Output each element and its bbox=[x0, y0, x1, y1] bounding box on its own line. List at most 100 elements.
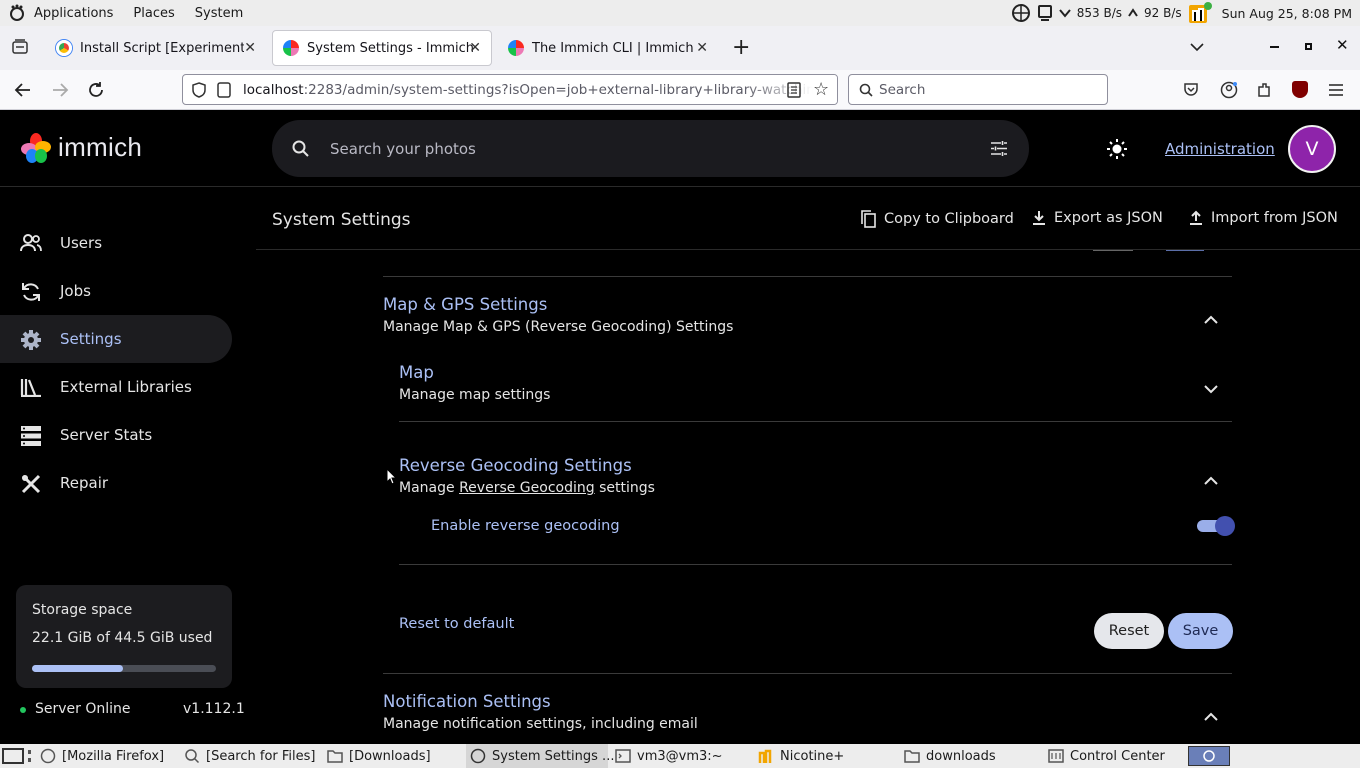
server-status: Server Online bbox=[35, 701, 131, 717]
storage-bar-fill bbox=[32, 665, 124, 672]
folder-icon bbox=[904, 749, 920, 763]
task-nicotine[interactable]: Nicotine+ bbox=[758, 744, 844, 768]
map-desc: Manage map settings bbox=[399, 387, 551, 403]
storage-usage: 22.1 GiB of 44.5 GiB used bbox=[32, 630, 213, 646]
top-panel: Applications Places System 853 B/s 92 B/… bbox=[0, 0, 1360, 26]
notification-settings-title[interactable]: Notification Settings bbox=[383, 692, 551, 711]
reload-icon[interactable] bbox=[87, 81, 105, 99]
geo-desc-pre: Manage bbox=[399, 480, 455, 496]
export-label: Export as JSON bbox=[1054, 210, 1163, 226]
sidebar-item-repair[interactable]: Repair bbox=[0, 459, 232, 507]
reader-view-icon[interactable] bbox=[787, 82, 801, 98]
sidebar-item-label: Users bbox=[60, 234, 103, 252]
map-gps-title[interactable]: Map & GPS Settings bbox=[383, 295, 547, 314]
section-divider bbox=[399, 564, 1232, 565]
task-downloads-folder[interactable]: [Downloads] bbox=[327, 744, 431, 768]
show-desktop-icon[interactable] bbox=[2, 748, 24, 764]
up-arrow-icon bbox=[1128, 8, 1138, 18]
reset-button[interactable]: Reset bbox=[1094, 613, 1164, 649]
section-divider bbox=[383, 276, 1232, 277]
nicotine-icon bbox=[758, 748, 774, 764]
chevron-up-icon[interactable] bbox=[1203, 471, 1219, 485]
menu-applications[interactable]: Applications bbox=[34, 6, 113, 21]
task-search-files[interactable]: [Search for Files] bbox=[184, 744, 315, 768]
menu-places[interactable]: Places bbox=[133, 6, 174, 21]
globe-icon[interactable] bbox=[1011, 3, 1031, 23]
url-bar[interactable]: localhost:2283/admin/system-settings?isO… bbox=[182, 74, 838, 105]
map-gps-desc: Manage Map & GPS (Reverse Geocoding) Set… bbox=[383, 319, 734, 335]
task-terminal[interactable]: vm3@vm3:~ bbox=[615, 744, 723, 768]
shield-icon[interactable] bbox=[191, 82, 207, 98]
minimize-window-icon[interactable] bbox=[1270, 46, 1279, 48]
clock[interactable]: Sun Aug 25, 8:08 PM bbox=[1222, 6, 1352, 21]
maximize-window-icon[interactable] bbox=[1305, 43, 1312, 50]
gnome-foot-icon[interactable] bbox=[8, 4, 26, 22]
tab-install-script[interactable]: Install Script [Experimental] ✕ bbox=[46, 30, 266, 66]
save-button[interactable]: Save bbox=[1168, 613, 1233, 649]
task-label: [Mozilla Firefox] bbox=[62, 748, 165, 764]
chevron-down-icon[interactable] bbox=[1203, 379, 1219, 394]
immich-logo-icon[interactable] bbox=[20, 132, 52, 164]
theme-toggle-icon[interactable] bbox=[1106, 138, 1128, 160]
tab-overview-icon[interactable] bbox=[12, 39, 28, 55]
reverse-geocoding-title[interactable]: Reverse Geocoding Settings bbox=[399, 456, 632, 475]
reset-to-default-button[interactable]: Reset to default bbox=[399, 616, 514, 632]
workspace-switcher[interactable] bbox=[1188, 746, 1230, 766]
back-icon[interactable] bbox=[14, 81, 32, 99]
upload-icon bbox=[1189, 210, 1203, 226]
list-tabs-icon[interactable] bbox=[1190, 42, 1204, 52]
administration-link[interactable]: Administration bbox=[1165, 140, 1275, 158]
sidebar-item-settings[interactable]: Settings bbox=[0, 315, 232, 363]
user-avatar[interactable]: V bbox=[1288, 125, 1336, 173]
server-version[interactable]: v1.112.1 bbox=[183, 701, 245, 717]
map-title[interactable]: Map bbox=[399, 363, 434, 382]
task-system-settings[interactable]: System Settings ... bbox=[466, 744, 614, 768]
close-window-icon[interactable]: ✕ bbox=[1336, 36, 1349, 54]
menu-hamburger-icon[interactable] bbox=[1328, 83, 1344, 97]
app-header: immich Search your photos Administration… bbox=[0, 110, 1360, 187]
sidebar-item-external-libraries[interactable]: External Libraries bbox=[0, 363, 232, 411]
export-json-button[interactable]: Export as JSON bbox=[1032, 210, 1163, 226]
tab-system-settings[interactable]: System Settings - Immich ✕ bbox=[272, 30, 492, 66]
library-icon bbox=[20, 377, 42, 398]
ublock-icon[interactable] bbox=[1292, 81, 1308, 98]
new-tab-button[interactable]: + bbox=[732, 35, 750, 60]
app-logo-text[interactable]: immich bbox=[58, 132, 142, 163]
photo-search-input[interactable]: Search your photos bbox=[272, 120, 1029, 177]
nicotine-icon[interactable] bbox=[1188, 1, 1212, 25]
net-down-speed: 853 B/s bbox=[1076, 6, 1123, 20]
close-tab-icon[interactable]: ✕ bbox=[469, 40, 481, 56]
sidebar-item-users[interactable]: Users bbox=[0, 219, 232, 267]
reverse-geocoding-link[interactable]: Reverse Geocoding bbox=[459, 480, 595, 496]
copy-to-clipboard-button[interactable]: Copy to Clipboard bbox=[860, 210, 1014, 228]
sidebar-item-server-stats[interactable]: Server Stats bbox=[0, 411, 232, 459]
task-control-center[interactable]: Control Center bbox=[1048, 744, 1165, 768]
close-tab-icon[interactable]: ✕ bbox=[244, 40, 256, 56]
bookmark-star-icon[interactable]: ☆ bbox=[813, 79, 829, 100]
close-tab-icon[interactable]: ✕ bbox=[696, 40, 708, 56]
extensions-icon[interactable] bbox=[1256, 81, 1272, 99]
network-icon[interactable] bbox=[1037, 4, 1053, 22]
users-icon bbox=[20, 233, 42, 253]
chevron-up-icon[interactable] bbox=[1203, 310, 1219, 324]
forward-icon[interactable] bbox=[51, 81, 69, 99]
account-icon[interactable] bbox=[1220, 81, 1238, 99]
import-json-button[interactable]: Import from JSON bbox=[1189, 210, 1338, 226]
web-search-input[interactable]: Search bbox=[848, 74, 1108, 105]
enable-reverse-geocoding-label: Enable reverse geocoding bbox=[431, 518, 620, 534]
search-options-icon[interactable] bbox=[990, 140, 1008, 157]
browser-nav-bar: localhost:2283/admin/system-settings?isO… bbox=[0, 70, 1360, 110]
tab-immich-cli[interactable]: The Immich CLI | Immich ✕ bbox=[498, 30, 718, 66]
chevron-up-icon[interactable] bbox=[1203, 707, 1219, 721]
scrolled-element-edge bbox=[1166, 250, 1204, 251]
menu-system[interactable]: System bbox=[195, 6, 243, 21]
enable-reverse-geocoding-toggle[interactable] bbox=[1197, 516, 1235, 536]
sidebar-item-jobs[interactable]: Jobs bbox=[0, 267, 232, 315]
task-firefox[interactable]: [Mozilla Firefox] bbox=[40, 744, 164, 768]
pocket-icon[interactable] bbox=[1183, 81, 1199, 97]
task-downloads[interactable]: downloads bbox=[904, 744, 996, 768]
sidebar-item-label: Jobs bbox=[60, 282, 91, 300]
sidebar-item-label: Repair bbox=[60, 474, 109, 492]
page-info-icon[interactable] bbox=[217, 82, 231, 98]
photo-search-placeholder: Search your photos bbox=[330, 139, 476, 158]
